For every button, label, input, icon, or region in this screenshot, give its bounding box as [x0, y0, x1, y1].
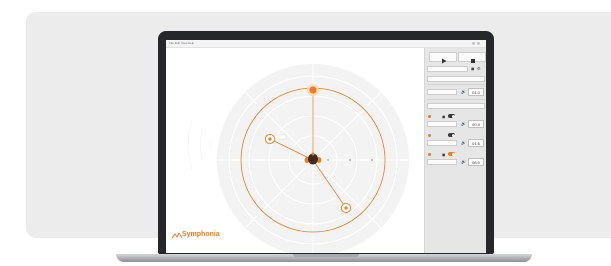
minimize-button[interactable] [472, 42, 475, 45]
divider [427, 99, 485, 100]
source-4-select[interactable] [427, 159, 457, 165]
radar-plot[interactable] [166, 48, 424, 253]
lock-icon[interactable]: ◼ [442, 152, 445, 157]
play-icon [442, 58, 447, 64]
title-bar: File Edit View Help [166, 40, 486, 48]
preset-select[interactable] [427, 66, 468, 72]
menu-file[interactable]: File [169, 41, 174, 45]
source-4-color-dot [428, 153, 431, 156]
speaker-icon[interactable]: 🔊 [461, 89, 466, 94]
stop-icon [471, 59, 475, 63]
source-2-value[interactable]: 00.4 [468, 120, 484, 128]
source-1-select[interactable] [427, 89, 457, 95]
menu-view[interactable]: View [181, 41, 187, 45]
name-field[interactable] [427, 76, 485, 82]
divider [427, 84, 485, 85]
lock-icon[interactable]: ◼ [471, 66, 474, 71]
source-3-color-dot [428, 134, 431, 137]
symphonia-logo-icon [172, 233, 182, 239]
source-label-chip [274, 134, 287, 140]
brand-logo-text: Symphonia [182, 231, 220, 238]
source-3-value[interactable]: 01.6 [468, 139, 484, 147]
play-button[interactable] [429, 52, 457, 64]
group-field[interactable] [427, 103, 485, 109]
source-2-color-dot [428, 115, 431, 118]
spatial-stage[interactable] [166, 48, 424, 253]
lock-icon[interactable]: ◼ [442, 114, 445, 119]
source-3-toggle[interactable] [448, 133, 455, 137]
source-handle-1[interactable] [307, 84, 319, 96]
source-4-toggle[interactable] [448, 152, 455, 156]
gear-icon[interactable]: ⚙ [477, 66, 481, 71]
source-handle-3[interactable] [340, 202, 352, 214]
speaker-icon[interactable]: 🔊 [461, 121, 466, 126]
menu-help[interactable]: Help [188, 41, 194, 45]
source-4-value[interactable]: 08.0 [468, 158, 484, 166]
close-button[interactable] [477, 42, 480, 45]
control-panel: ◼ ⚙ 🔊 01.0 ◼ 🔊 00.4 🔊 01.6 ◼ 🔊 08.0 [424, 48, 486, 253]
menu-edit[interactable]: Edit [175, 41, 180, 45]
source-2-select[interactable] [427, 121, 457, 127]
laptop-hinge-notch [293, 254, 359, 257]
source-1-value[interactable]: 01.0 [468, 88, 484, 96]
source-2-toggle[interactable] [448, 114, 455, 118]
speaker-icon[interactable]: 🔊 [461, 140, 466, 145]
app-window: File Edit View Help Symphonia ◼ ⚙ 🔊 01.0… [166, 40, 486, 253]
speaker-icon[interactable]: 🔊 [461, 159, 466, 164]
stop-button[interactable] [458, 52, 486, 63]
source-3-select[interactable] [427, 140, 457, 146]
